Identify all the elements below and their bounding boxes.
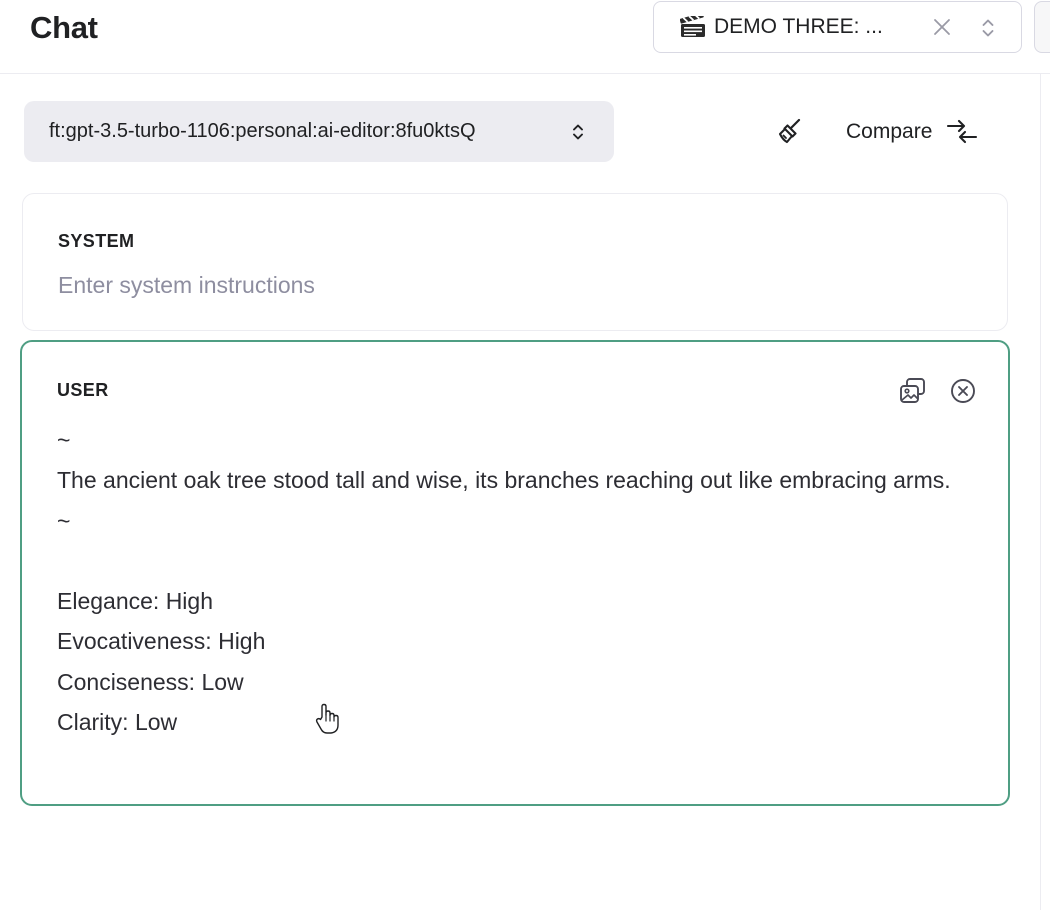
panel-divider bbox=[1040, 74, 1041, 910]
clapperboard-icon bbox=[680, 16, 706, 38]
model-select[interactable]: ft:gpt-3.5-turbo-1106:personal:ai-editor… bbox=[24, 101, 614, 162]
chevron-up-down-icon bbox=[570, 119, 586, 145]
compare-button[interactable]: Compare bbox=[846, 112, 978, 152]
content-line: Conciseness: Low bbox=[57, 668, 244, 695]
clear-chat-button[interactable] bbox=[772, 116, 808, 150]
content-line bbox=[57, 541, 957, 581]
arrows-compare-icon bbox=[946, 118, 978, 146]
system-message-card[interactable]: SYSTEM bbox=[22, 193, 1008, 331]
preset-label: DEMO THREE: ... bbox=[714, 15, 883, 38]
close-icon[interactable] bbox=[930, 15, 954, 39]
add-image-icon bbox=[898, 376, 928, 411]
preset-select[interactable]: DEMO THREE: ... bbox=[653, 1, 1022, 53]
user-role-label[interactable]: USER bbox=[57, 380, 109, 401]
user-message-card[interactable]: USER ~ The ancient oak tree stood tall a… bbox=[20, 340, 1010, 806]
page-title: Chat bbox=[30, 10, 98, 45]
remove-message-button[interactable] bbox=[947, 377, 979, 409]
content-line: ~ bbox=[57, 427, 71, 453]
header: Chat DEMO THREE: ... bbox=[0, 0, 1050, 74]
chat-playground: Chat DEMO THREE: ... ft:gpt-3.5-turbo-11… bbox=[0, 0, 1050, 910]
content-line: Clarity: Low bbox=[57, 709, 178, 736]
content-line: The ancient oak tree stood tall and wise… bbox=[57, 467, 951, 494]
compare-label: Compare bbox=[846, 120, 933, 143]
user-message-content[interactable]: ~ The ancient oak tree stood tall and wi… bbox=[57, 420, 957, 742]
content-line: ~ bbox=[57, 507, 71, 534]
system-role-label: SYSTEM bbox=[58, 231, 135, 251]
system-instructions-input[interactable] bbox=[58, 269, 958, 301]
panel-edge-button[interactable] bbox=[1034, 1, 1050, 53]
remove-circle-icon bbox=[949, 377, 977, 410]
chevron-up-down-icon[interactable] bbox=[978, 15, 998, 41]
broom-icon bbox=[775, 116, 805, 151]
content-line: Elegance: High bbox=[57, 588, 213, 615]
model-name: ft:gpt-3.5-turbo-1106:personal:ai-editor… bbox=[49, 120, 476, 142]
content-line: Evocativeness: High bbox=[57, 628, 266, 655]
attach-image-button[interactable] bbox=[897, 377, 929, 409]
